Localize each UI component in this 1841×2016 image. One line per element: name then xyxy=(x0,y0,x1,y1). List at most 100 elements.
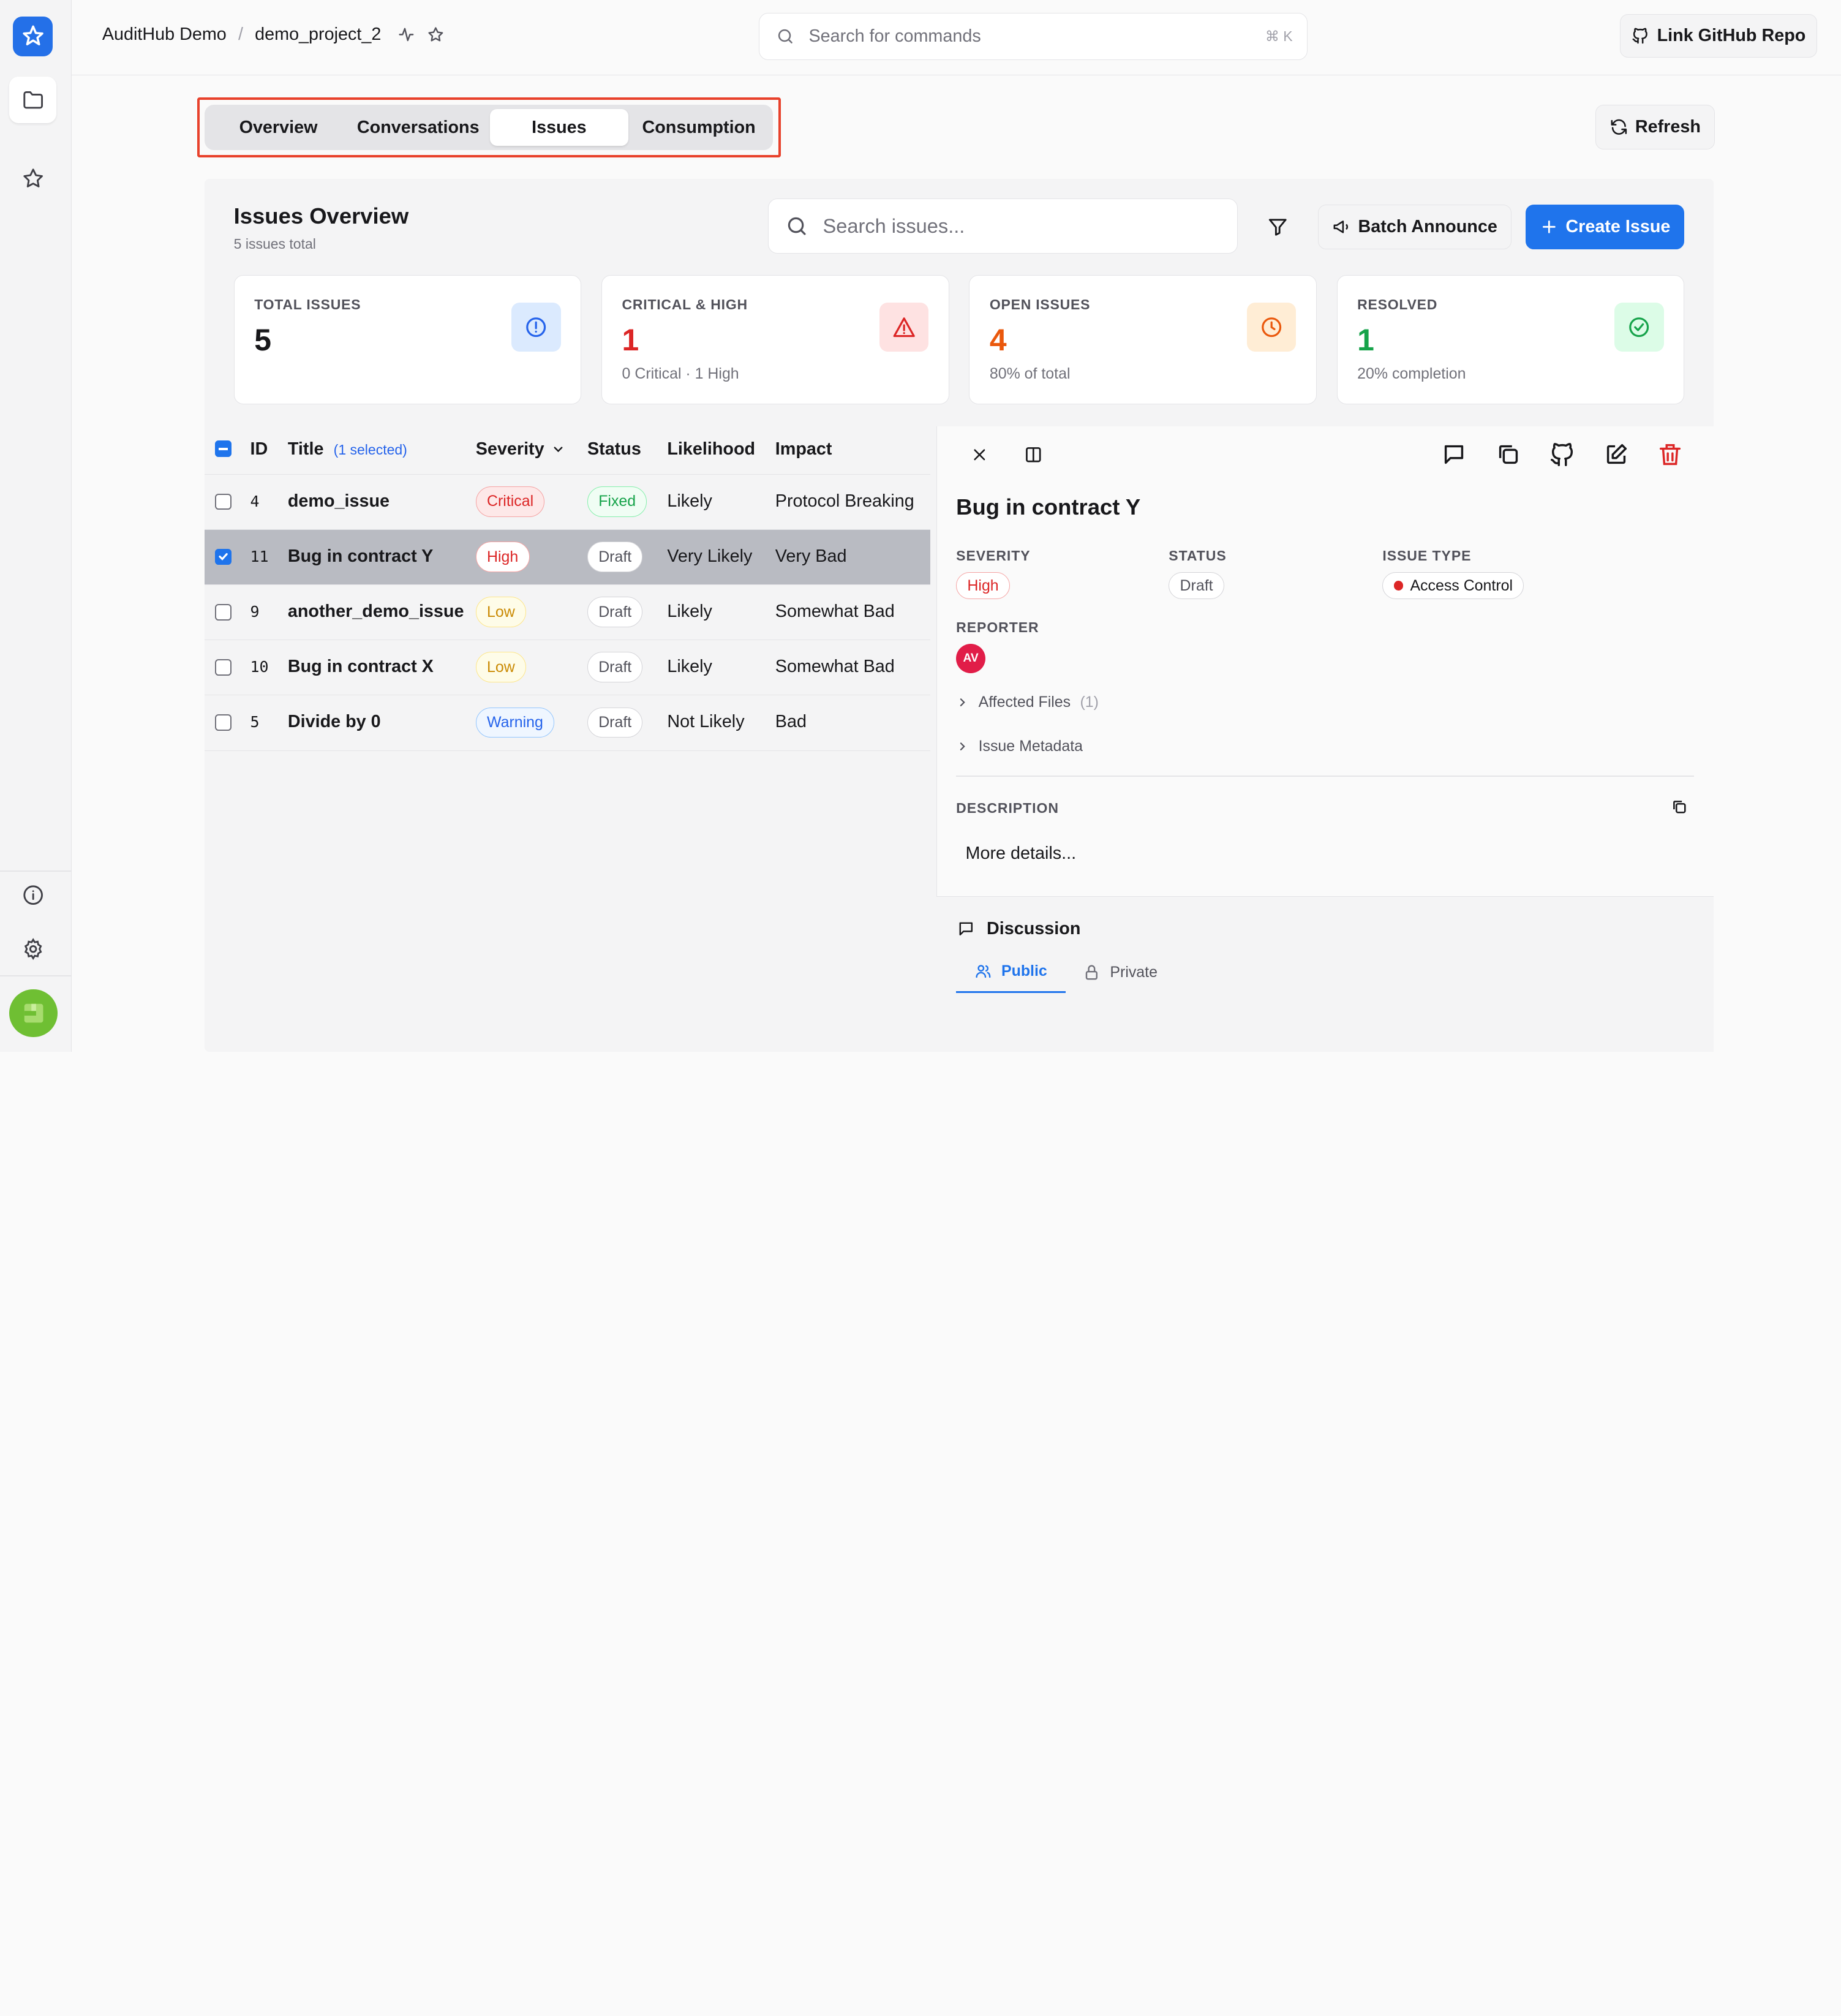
table-row[interactable]: 11 Bug in contract Y High Draft Very Lik… xyxy=(204,529,930,586)
github-icon[interactable] xyxy=(1548,440,1576,469)
comment-icon[interactable] xyxy=(1440,440,1468,469)
info-icon xyxy=(23,885,43,905)
trash-icon[interactable] xyxy=(1656,440,1684,469)
row-checkbox[interactable] xyxy=(214,659,232,676)
issue-title[interactable]: another_demo_issue xyxy=(288,602,464,622)
issue-title[interactable]: Bug in contract Y xyxy=(288,546,433,567)
status-badge: Fixed xyxy=(587,486,647,517)
issues-search-input[interactable]: Search issues... xyxy=(768,198,1238,254)
description-text: More details... xyxy=(965,844,1077,864)
tab-public[interactable]: Public xyxy=(956,951,1066,993)
user-avatar[interactable] xyxy=(9,989,58,1038)
tab-private[interactable]: Private xyxy=(1083,951,1158,992)
tab-bar: Overview Conversations Issues Consumptio… xyxy=(204,104,773,151)
row-checkbox[interactable] xyxy=(214,714,232,731)
row-checkbox[interactable] xyxy=(214,603,232,621)
lock-icon xyxy=(1086,965,1098,980)
affected-files-toggle[interactable]: Affected Files (1) xyxy=(956,693,1099,711)
stat-label: TOTAL ISSUES xyxy=(254,296,361,313)
row-checkbox[interactable] xyxy=(214,548,232,565)
breadcrumb-workspace[interactable]: AuditHub Demo xyxy=(102,25,227,45)
alert-circle-icon xyxy=(511,302,561,352)
issue-id: 11 xyxy=(250,547,269,565)
issue-id: 10 xyxy=(250,658,269,676)
tab-overview[interactable]: Overview xyxy=(209,109,347,145)
table-row[interactable]: 9 another_demo_issue Low Draft Likely So… xyxy=(204,585,930,641)
col-status[interactable]: Status xyxy=(587,439,641,459)
activity-icon[interactable] xyxy=(397,26,415,43)
private-label: Private xyxy=(1110,963,1158,981)
public-label: Public xyxy=(1001,962,1047,980)
impact-cell: Protocol Breaking xyxy=(775,491,914,511)
info-button[interactable] xyxy=(9,872,56,919)
copy-icon[interactable] xyxy=(1494,440,1523,469)
reporter-label: REPORTER xyxy=(956,619,1039,635)
issue-type-badge: Access Control xyxy=(1382,572,1524,600)
row-checkbox[interactable] xyxy=(214,493,232,510)
projects-nav-button[interactable] xyxy=(9,76,57,124)
detail-status-badge: Draft xyxy=(1169,572,1224,600)
app-logo-icon[interactable] xyxy=(13,16,53,57)
severity-label: SEVERITY xyxy=(956,547,1031,564)
close-detail-button[interactable] xyxy=(966,440,994,469)
search-icon xyxy=(788,217,806,235)
select-all-checkbox[interactable] xyxy=(214,440,232,458)
likelihood-cell: Very Likely xyxy=(667,546,753,566)
table-row[interactable]: 10 Bug in contract X Low Draft Likely So… xyxy=(204,640,930,696)
issue-id: 9 xyxy=(250,602,260,621)
reporter-avatar[interactable]: AV xyxy=(956,644,986,673)
col-impact[interactable]: Impact xyxy=(775,439,832,459)
search-icon xyxy=(778,29,792,43)
discussion-label: Discussion xyxy=(987,918,1081,938)
issue-title[interactable]: Bug in contract X xyxy=(288,657,434,677)
status-label: STATUS xyxy=(1169,547,1227,564)
table-row[interactable]: 5 Divide by 0 Warning Draft Not Likely B… xyxy=(204,695,930,751)
col-severity[interactable]: Severity xyxy=(476,439,565,459)
command-search-input[interactable]: Search for commands ⌘ K xyxy=(758,13,1308,60)
tab-conversations[interactable]: Conversations xyxy=(349,109,488,145)
copy-icon[interactable] xyxy=(1670,798,1689,817)
star-icon[interactable] xyxy=(427,26,445,43)
refresh-button[interactable]: Refresh xyxy=(1595,104,1715,149)
tab-issues[interactable]: Issues xyxy=(489,109,629,146)
sidebar-divider xyxy=(0,975,72,976)
issue-title[interactable]: Divide by 0 xyxy=(288,712,381,732)
stat-sub: 20% completion xyxy=(1357,364,1466,382)
likelihood-cell: Likely xyxy=(667,491,712,511)
folder-icon xyxy=(23,91,43,109)
link-github-label: Link GitHub Repo xyxy=(1657,25,1806,45)
issue-metadata-toggle[interactable]: Issue Metadata xyxy=(956,738,1083,755)
impact-cell: Bad xyxy=(775,712,807,732)
col-likelihood[interactable]: Likelihood xyxy=(667,439,755,459)
stat-card: CRITICAL & HIGH 1 0 Critical · 1 High xyxy=(601,274,949,404)
filter-button[interactable] xyxy=(1259,208,1297,245)
panel-icon xyxy=(1026,447,1041,462)
issue-type-value: Access Control xyxy=(1410,576,1513,594)
link-github-button[interactable]: Link GitHub Repo xyxy=(1619,14,1817,58)
severity-badge: Warning xyxy=(475,707,555,738)
stat-sub: 80% of total xyxy=(989,364,1071,382)
command-search-placeholder: Search for commands xyxy=(808,26,981,46)
col-title[interactable]: Title xyxy=(288,439,324,459)
toggle-panel-button[interactable] xyxy=(1020,440,1048,469)
edit-icon[interactable] xyxy=(1602,440,1630,469)
impact-cell: Somewhat Bad xyxy=(775,601,895,621)
breadcrumb-project[interactable]: demo_project_2 xyxy=(255,25,381,45)
table-row[interactable]: 4 demo_issue Critical Fixed Likely Proto… xyxy=(204,475,930,530)
megaphone-icon xyxy=(1333,220,1349,233)
type-dot xyxy=(1393,581,1403,591)
description-label: DESCRIPTION xyxy=(956,800,1059,817)
favorites-nav-button[interactable] xyxy=(9,155,56,202)
tab-consumption[interactable]: Consumption xyxy=(630,109,768,145)
col-id[interactable]: ID xyxy=(250,439,268,459)
stat-value: 5 xyxy=(254,323,271,358)
chevron-right-icon xyxy=(960,742,965,751)
stat-label: OPEN ISSUES xyxy=(989,296,1091,313)
status-badge: Draft xyxy=(587,597,643,628)
severity-badge: Critical xyxy=(475,486,545,517)
batch-announce-button[interactable]: Batch Announce xyxy=(1317,204,1512,249)
issue-title[interactable]: demo_issue xyxy=(288,491,390,512)
issues-title: Issues Overview xyxy=(233,203,409,228)
create-issue-button[interactable]: Create Issue xyxy=(1526,204,1685,249)
settings-button[interactable] xyxy=(9,926,56,973)
